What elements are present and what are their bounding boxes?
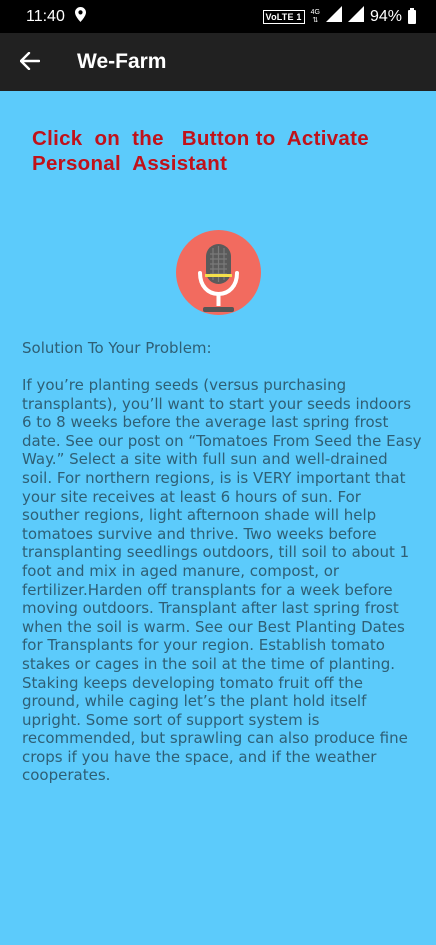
network-type: 4G ⇅	[310, 8, 320, 24]
solution-label: Solution To Your Problem:	[22, 339, 212, 357]
status-left: 11:40	[26, 6, 86, 27]
app-bar: We-Farm	[0, 33, 436, 91]
back-button[interactable]	[0, 33, 60, 91]
status-bar: 11:40 VoLTE 1 4G ⇅ 94%	[0, 0, 436, 33]
arrow-left-icon	[19, 47, 41, 77]
microphone-icon	[198, 244, 239, 312]
app-title: We-Farm	[77, 50, 167, 73]
microphone-button[interactable]	[176, 230, 261, 315]
status-time: 11:40	[26, 7, 65, 25]
signal-icon	[347, 6, 364, 27]
volte-badge: VoLTE 1	[262, 9, 305, 24]
solution-text: If you’re planting seeds (versus purchas…	[22, 376, 422, 785]
battery-percent: 94%	[369, 7, 402, 25]
activate-assistant-headline: Click on the Button to Activate Personal…	[32, 127, 369, 175]
location-pin-icon	[74, 6, 86, 27]
status-right: VoLTE 1 4G ⇅ 94%	[262, 6, 416, 27]
signal-icon	[325, 6, 342, 27]
battery-icon	[408, 7, 416, 24]
